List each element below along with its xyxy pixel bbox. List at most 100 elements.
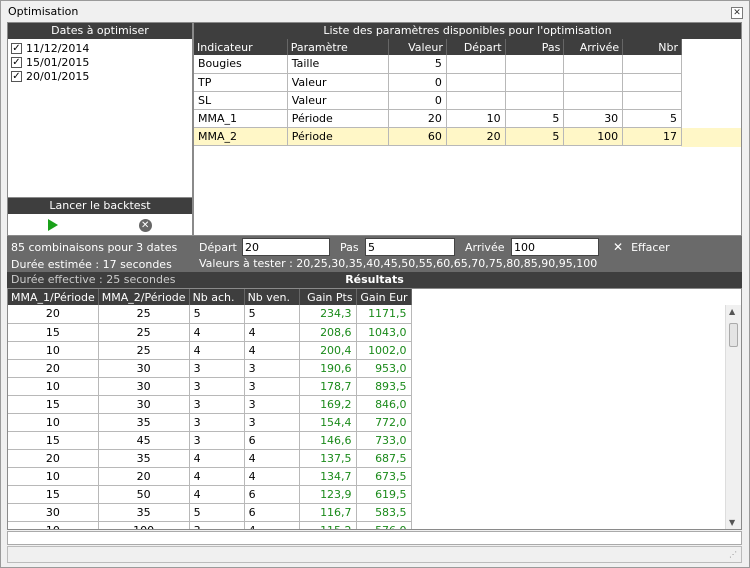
params-row[interactable]: MMA_2 Période 60 20 5 100 17	[194, 127, 682, 146]
results-row[interactable]: 30 35 5 6 116,7 583,5	[8, 503, 412, 522]
params-cell[interactable]: MMA_1	[194, 109, 288, 128]
params-cell[interactable]	[563, 55, 624, 74]
date-checkbox[interactable]: ✓	[11, 70, 22, 82]
scroll-thumb[interactable]	[729, 323, 738, 347]
params-column-header[interactable]: Nbr	[622, 39, 682, 55]
params-column-header[interactable]: Arrivée	[563, 39, 624, 55]
results-cell: 208,6	[299, 323, 357, 342]
results-column-header[interactable]: Gain Eur	[356, 289, 412, 305]
params-cell[interactable]: Période	[287, 109, 390, 128]
results-row[interactable]: 15 50 4 6 123,9 619,5	[8, 485, 412, 504]
date-item[interactable]: ✓ 20/01/2015	[11, 69, 189, 83]
params-cell[interactable]: 30	[563, 109, 624, 128]
results-cell: 15	[8, 431, 99, 450]
params-cell[interactable]: Bougies	[194, 55, 288, 74]
results-row[interactable]: 10 25 4 4 200,4 1002,0	[8, 341, 412, 360]
results-column-header[interactable]: Nb ach.	[189, 289, 245, 305]
results-row[interactable]: 20 25 5 5 234,3 1171,5	[8, 305, 412, 324]
params-cell[interactable]: 60	[388, 127, 447, 146]
clear-icon: ✕	[613, 240, 624, 254]
params-row[interactable]: SL Valeur 0	[194, 91, 682, 110]
results-cell: 4	[244, 467, 300, 486]
params-cell[interactable]: 20	[446, 127, 506, 146]
params-cell[interactable]: 5	[622, 109, 682, 128]
results-cell: 576,0	[356, 521, 412, 529]
results-row[interactable]: 15 25 4 4 208,6 1043,0	[8, 323, 412, 342]
resize-grip-icon[interactable]: ⋰	[729, 550, 739, 560]
params-cell[interactable]	[505, 91, 565, 110]
pas-label: Pas	[340, 241, 359, 254]
params-cell[interactable]: 0	[388, 73, 447, 92]
params-cell[interactable]	[563, 73, 624, 92]
results-row[interactable]: 10 20 4 4 134,7 673,5	[8, 467, 412, 486]
params-cell[interactable]	[446, 91, 506, 110]
results-cell: 30	[8, 503, 99, 522]
date-item[interactable]: ✓ 15/01/2015	[11, 55, 189, 69]
results-column-header[interactable]: MMA_2/Période	[98, 289, 190, 305]
params-column-header[interactable]: Paramètre	[287, 39, 390, 55]
results-column-header[interactable]: Nb ven.	[244, 289, 300, 305]
results-row[interactable]: 10 35 3 3 154,4 772,0	[8, 413, 412, 432]
params-cell[interactable]: Taille	[287, 55, 390, 74]
backtest-header: Lancer le backtest	[8, 198, 192, 214]
scroll-down-icon[interactable]: ▼	[729, 518, 735, 527]
results-cell: 3	[244, 413, 300, 432]
date-item[interactable]: ✓ 11/12/2014	[11, 41, 189, 55]
params-cell[interactable]	[446, 55, 506, 74]
results-cell: 15	[8, 485, 99, 504]
params-column-header[interactable]: Départ	[446, 39, 506, 55]
results-cell: 35	[98, 449, 190, 468]
date-checkbox[interactable]: ✓	[11, 56, 22, 68]
effacer-button[interactable]: ✕ Effacer	[613, 240, 670, 254]
horizontal-scrollbar[interactable]	[7, 531, 742, 545]
params-cell[interactable]	[622, 91, 682, 110]
params-row[interactable]: Bougies Taille 5	[194, 55, 682, 74]
params-cell[interactable]: 0	[388, 91, 447, 110]
dates-header: Dates à optimiser	[8, 23, 192, 39]
results-row[interactable]: 10 100 3 4 115,2 576,0	[8, 521, 412, 529]
params-cell[interactable]: 5	[388, 55, 447, 74]
params-cell[interactable]: 100	[563, 127, 624, 146]
params-cell[interactable]	[563, 91, 624, 110]
params-cell[interactable]: 10	[446, 109, 506, 128]
results-row[interactable]: 10 30 3 3 178,7 893,5	[8, 377, 412, 396]
params-cell[interactable]	[622, 55, 682, 74]
stop-icon[interactable]: ✕	[138, 218, 152, 232]
params-column-header[interactable]: Pas	[505, 39, 565, 55]
params-cell[interactable]: SL	[194, 91, 288, 110]
results-column-header[interactable]: MMA_1/Période	[8, 289, 99, 305]
results-scrollbar[interactable]: ▲ ▼	[725, 305, 741, 529]
results-cell: 50	[98, 485, 190, 504]
params-cell[interactable]	[446, 73, 506, 92]
depart-input[interactable]	[242, 238, 330, 256]
pas-input[interactable]	[365, 238, 455, 256]
results-column-header[interactable]: Gain Pts	[299, 289, 357, 305]
results-row[interactable]: 15 30 3 3 169,2 846,0	[8, 395, 412, 414]
results-row[interactable]: 20 35 4 4 137,5 687,5	[8, 449, 412, 468]
results-row[interactable]: 15 45 3 6 146,6 733,0	[8, 431, 412, 450]
results-cell: 200,4	[299, 341, 357, 360]
params-cell[interactable]: 20	[388, 109, 447, 128]
params-cell[interactable]: 5	[505, 109, 565, 128]
params-row[interactable]: MMA_1 Période 20 10 5 30 5	[194, 109, 682, 128]
params-cell[interactable]: MMA_2	[194, 127, 288, 146]
date-checkbox[interactable]: ✓	[11, 42, 22, 54]
params-column-header[interactable]: Valeur	[388, 39, 447, 55]
params-cell[interactable]: 5	[505, 127, 565, 146]
results-cell: 25	[98, 323, 190, 342]
params-cell[interactable]: Valeur	[287, 91, 390, 110]
close-icon[interactable]: ✕	[731, 7, 743, 19]
params-cell[interactable]: 17	[622, 127, 682, 146]
params-row[interactable]: TP Valeur 0	[194, 73, 682, 92]
params-cell[interactable]: Valeur	[287, 73, 390, 92]
params-cell[interactable]: TP	[194, 73, 288, 92]
results-row[interactable]: 20 30 3 3 190,6 953,0	[8, 359, 412, 378]
params-cell[interactable]	[505, 55, 565, 74]
params-cell[interactable]	[505, 73, 565, 92]
scroll-up-icon[interactable]: ▲	[729, 307, 735, 316]
arrivee-input[interactable]	[511, 238, 599, 256]
params-cell[interactable]	[622, 73, 682, 92]
params-cell[interactable]: Période	[287, 127, 390, 146]
play-icon[interactable]	[48, 219, 59, 231]
params-column-header[interactable]: Indicateur	[194, 39, 288, 55]
